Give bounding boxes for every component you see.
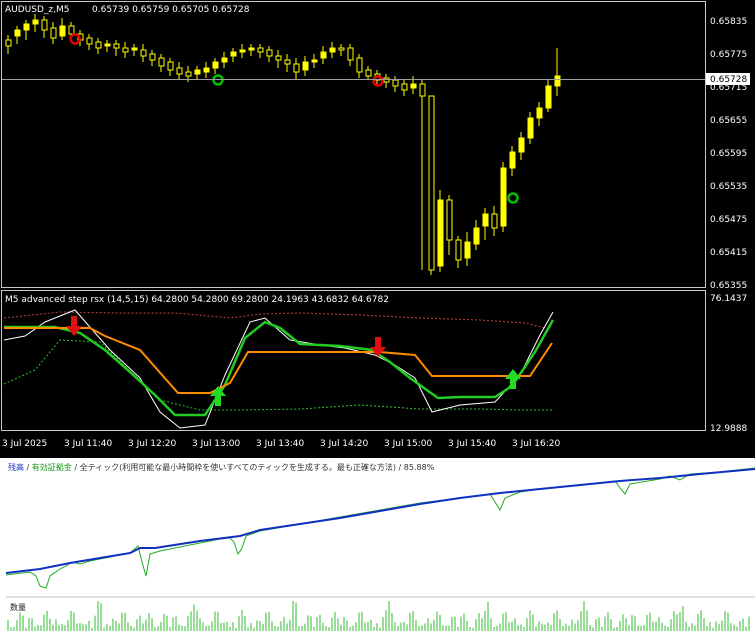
candle-body — [491, 213, 498, 229]
time-axis: 3 Jul 2025 3 Jul 11:40 3 Jul 12:20 3 Jul… — [2, 439, 561, 449]
price-axis: 0.65835 0.65775 0.65715 0.65655 0.65595 … — [710, 17, 747, 291]
candle-body — [41, 19, 48, 31]
candle-body — [293, 63, 300, 73]
candle-body — [455, 239, 462, 261]
candle-body — [365, 69, 372, 77]
indicator-title: M5 advanced step rsx (14,5,15) 64.2800 5… — [5, 295, 389, 305]
time-tick: 3 Jul 13:00 — [192, 439, 241, 449]
candle-body — [428, 95, 435, 271]
candle-body — [311, 59, 318, 63]
price-tick: 0.65655 — [710, 116, 747, 126]
candle-body — [482, 213, 489, 227]
candle-body — [59, 25, 66, 37]
candle-body — [194, 69, 201, 75]
candle-body — [302, 61, 309, 71]
candle-body — [68, 25, 75, 35]
candle-body — [185, 71, 192, 77]
trading-terminal: AUDUSD_z,M5 0.65739 0.65759 0.65705 0.65… — [0, 0, 755, 631]
candle-body — [122, 47, 129, 53]
candle-body — [275, 55, 282, 61]
volume-histogram — [7, 601, 750, 631]
indicator-axis-top: 76.1437 — [710, 294, 747, 304]
candle-body — [392, 79, 399, 87]
price-tick: 0.65595 — [710, 149, 747, 159]
tester-graph-panel[interactable]: 残高 / 有効証拠金 / 全ティック(利用可能な最小時間枠を使いすべてのティック… — [0, 458, 755, 631]
time-tick: 3 Jul 15:40 — [448, 439, 497, 449]
candle-body — [437, 199, 444, 267]
time-tick: 3 Jul 12:20 — [128, 439, 177, 449]
candle-body — [95, 41, 102, 49]
candle-body — [167, 61, 174, 71]
candle-body — [239, 49, 246, 53]
candle-body — [473, 227, 480, 245]
candle-body — [221, 57, 228, 63]
symbol-label: AUDUSD_z,M5 — [5, 5, 69, 15]
volume-label: 数量 — [10, 603, 26, 612]
candle-body — [212, 61, 219, 69]
price-tick: 0.65355 — [710, 281, 747, 291]
candle-body — [320, 51, 327, 59]
time-tick: 3 Jul 13:40 — [256, 439, 305, 449]
candle-body — [527, 117, 534, 139]
price-tick: 0.65775 — [710, 50, 747, 60]
candle-body — [230, 51, 237, 57]
ohlc-values: 0.65739 0.65759 0.65705 0.65728 — [92, 5, 250, 15]
time-tick: 3 Jul 16:20 — [512, 439, 561, 449]
candle-body — [347, 47, 354, 61]
tester-graph — [5, 467, 755, 631]
candle-body — [203, 67, 210, 73]
candle-body — [113, 43, 120, 49]
price-chart[interactable]: AUDUSD_z,M5 0.65739 0.65759 0.65705 0.65… — [0, 0, 755, 458]
candle-body — [410, 83, 417, 89]
candle-body — [32, 19, 39, 25]
candle-body — [284, 59, 291, 65]
candle-body — [419, 83, 426, 97]
price-tick: 0.65835 — [710, 17, 747, 27]
candle-body — [176, 67, 183, 75]
candle-body — [401, 83, 408, 91]
candle-body — [23, 23, 30, 31]
time-tick: 3 Jul 11:40 — [64, 439, 113, 449]
indicator-axis-bottom: 12.9888 — [710, 424, 747, 434]
candle-body — [140, 49, 147, 57]
candle-body — [509, 151, 516, 169]
candle-body — [464, 241, 471, 259]
candle-body — [356, 57, 363, 73]
candle-body — [149, 53, 156, 61]
price-tick: 0.65715 — [710, 83, 747, 93]
candle-body — [500, 167, 507, 227]
price-tick: 0.65415 — [710, 248, 747, 258]
price-tick: 0.65535 — [710, 182, 747, 192]
candle-body — [257, 47, 264, 53]
candle-body — [131, 47, 138, 51]
candle-body — [86, 37, 93, 45]
candle-body — [554, 75, 561, 87]
time-tick: 3 Jul 14:20 — [320, 439, 369, 449]
price-tick: 0.65475 — [710, 215, 747, 225]
time-tick: 3 Jul 15:00 — [384, 439, 433, 449]
candle-body — [248, 47, 255, 51]
candle-body — [536, 107, 543, 119]
candle-body — [329, 47, 336, 53]
candle-body — [446, 199, 453, 241]
balance-line — [5, 468, 755, 574]
candle-body — [266, 49, 273, 57]
candle-body — [338, 47, 345, 51]
candle-body — [104, 43, 111, 47]
candle-body — [50, 27, 57, 39]
candle-body — [545, 85, 552, 109]
time-tick: 3 Jul 2025 — [2, 439, 47, 449]
candle-body — [158, 57, 165, 67]
equity-line — [5, 467, 755, 589]
candle-body — [5, 39, 12, 47]
candle-body — [518, 137, 525, 153]
candle-body — [14, 29, 21, 37]
